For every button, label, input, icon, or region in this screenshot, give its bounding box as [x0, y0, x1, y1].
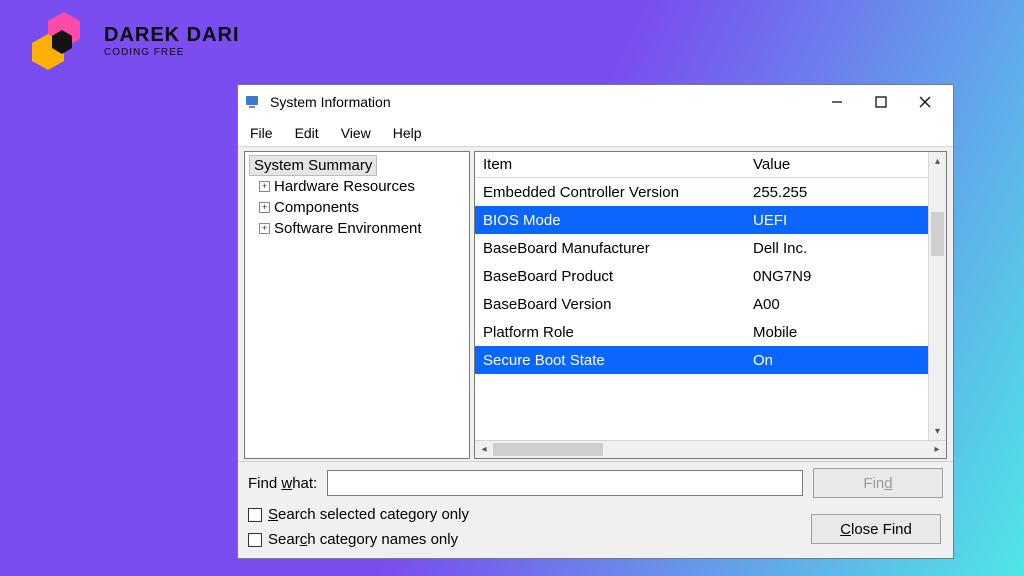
table-row[interactable]: Secure Boot StateOn	[475, 346, 946, 374]
menu-view[interactable]: View	[337, 123, 375, 143]
cell-value: 0NG7N9	[745, 266, 946, 287]
scroll-up-icon[interactable]: ▴	[929, 152, 946, 170]
expand-icon[interactable]: +	[259, 181, 270, 192]
cell-item: BaseBoard Product	[475, 266, 745, 287]
close-find-button[interactable]: Close Find	[811, 514, 941, 544]
cell-value: Dell Inc.	[745, 238, 946, 259]
chk-category-names-label: Search category names only	[268, 531, 458, 548]
header-item[interactable]: Item	[475, 153, 745, 176]
logo-title: DAREK DARI	[104, 24, 240, 47]
tree-item[interactable]: + Components	[249, 197, 465, 218]
cell-item: Secure Boot State	[475, 350, 745, 371]
hex-icon	[30, 12, 98, 70]
brand-logo: DAREK DARI CODING FREE	[30, 12, 240, 70]
maximize-button[interactable]	[859, 87, 903, 117]
cell-item: Embedded Controller Version	[475, 182, 745, 203]
header-value[interactable]: Value	[745, 153, 946, 176]
horizontal-scrollbar[interactable]: ◂ ▸	[475, 440, 946, 458]
menu-bar: File Edit View Help	[238, 119, 953, 147]
cell-value: On	[745, 350, 946, 371]
chk-selected-category[interactable]	[248, 508, 262, 522]
chk-category-names[interactable]	[248, 533, 262, 547]
cell-value: UEFI	[745, 210, 946, 231]
system-information-window: System Information File Edit View Help S…	[237, 84, 954, 559]
app-icon	[244, 93, 262, 111]
title-bar[interactable]: System Information	[238, 85, 953, 119]
tree-item[interactable]: + Software Environment	[249, 218, 465, 239]
menu-file[interactable]: File	[246, 123, 277, 143]
find-label: Find what:	[248, 475, 317, 492]
table-row[interactable]: Platform RoleMobile	[475, 318, 946, 346]
find-input[interactable]	[327, 470, 803, 496]
cell-item: BaseBoard Manufacturer	[475, 238, 745, 259]
close-button[interactable]	[903, 87, 947, 117]
table-row[interactable]: Embedded Controller Version255.255	[475, 178, 946, 206]
list-header: Item Value	[475, 152, 946, 178]
logo-subtitle: CODING FREE	[104, 47, 240, 58]
cell-item: Platform Role	[475, 322, 745, 343]
find-bar: Find what: Find Search selected category…	[238, 461, 953, 558]
scroll-left-icon[interactable]: ◂	[475, 444, 493, 455]
menu-edit[interactable]: Edit	[291, 123, 323, 143]
category-tree[interactable]: System Summary + Hardware Resources + Compo…	[244, 151, 470, 459]
cell-value: A00	[745, 294, 946, 315]
cell-item: BaseBoard Version	[475, 294, 745, 315]
table-row[interactable]: BIOS ModeUEFI	[475, 206, 946, 234]
window-title: System Information	[270, 94, 391, 110]
cell-value: Mobile	[745, 322, 946, 343]
vertical-scrollbar[interactable]: ▴ ▾	[928, 152, 946, 440]
scroll-right-icon[interactable]: ▸	[928, 444, 946, 455]
vscroll-thumb[interactable]	[931, 212, 944, 256]
scroll-down-icon[interactable]: ▾	[929, 422, 946, 440]
table-row[interactable]: BaseBoard VersionA00	[475, 290, 946, 318]
details-list[interactable]: Item Value Embedded Controller Version25…	[474, 151, 947, 459]
chk-selected-category-label: Search selected category only	[268, 506, 469, 523]
cell-value: 255.255	[745, 182, 946, 203]
minimize-button[interactable]	[815, 87, 859, 117]
tree-item-label: Hardware Resources	[274, 178, 415, 195]
tree-root[interactable]: System Summary	[249, 155, 377, 176]
tree-item[interactable]: + Hardware Resources	[249, 176, 465, 197]
menu-help[interactable]: Help	[389, 123, 426, 143]
expand-icon[interactable]: +	[259, 202, 270, 213]
cell-item: BIOS Mode	[475, 210, 745, 231]
hscroll-thumb[interactable]	[493, 443, 603, 456]
tree-item-label: Software Environment	[274, 220, 422, 237]
expand-icon[interactable]: +	[259, 223, 270, 234]
tree-item-label: Components	[274, 199, 359, 216]
table-row[interactable]: BaseBoard ManufacturerDell Inc.	[475, 234, 946, 262]
table-row[interactable]: BaseBoard Product0NG7N9	[475, 262, 946, 290]
find-button[interactable]: Find	[813, 468, 943, 498]
